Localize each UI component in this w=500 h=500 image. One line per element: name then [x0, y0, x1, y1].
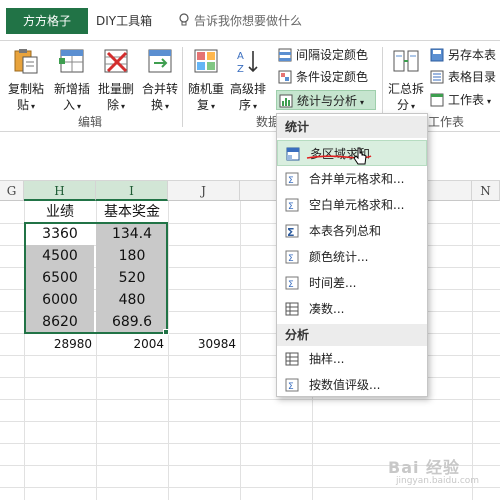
merge-convert-icon	[148, 49, 172, 73]
worksheet-button[interactable]: 工作表 ▾	[430, 90, 491, 110]
svg-text:Σ: Σ	[288, 382, 294, 392]
cell-i-total[interactable]: 2004	[96, 333, 168, 355]
menu-item-merged-cell-sum[interactable]: Σ 合并单元格求和...	[277, 166, 427, 192]
save-sheet-icon	[430, 48, 444, 62]
svg-text:Σ: Σ	[288, 280, 294, 290]
conditional-color-button[interactable]: 条件设定颜色	[278, 67, 368, 87]
time-diff-icon: Σ	[285, 276, 299, 290]
svg-text:Σ: Σ	[288, 254, 294, 264]
mouse-cursor-icon	[353, 147, 367, 165]
column-header-i[interactable]: I	[96, 181, 168, 201]
tell-me-text: 告诉我你想要做什么	[194, 14, 303, 28]
menu-item-column-sum[interactable]: Σ 本表各列总和	[277, 218, 427, 244]
merge-convert-button[interactable]: 合并转 换 ▾	[138, 45, 182, 115]
sigma-icon: Σ	[285, 224, 299, 238]
random-repeat-label-2: 复 ▾	[196, 98, 216, 112]
random-repeat-label-1: 随机重	[187, 82, 224, 96]
batch-delete-icon	[104, 49, 128, 73]
gather-numbers-icon	[285, 302, 299, 316]
column-header-j[interactable]: J	[168, 181, 240, 201]
sheet-directory-icon	[430, 70, 444, 84]
advanced-sort-button[interactable]: A Z 高级排 序 ▾	[226, 45, 270, 115]
column-header-n[interactable]: N	[472, 181, 500, 201]
lightbulb-icon	[179, 13, 189, 26]
worksheet-icon	[430, 93, 444, 107]
summary-split-icon	[393, 50, 419, 72]
column-header-h[interactable]: H	[24, 181, 96, 201]
svg-text:Σ: Σ	[288, 176, 294, 186]
group-label-worksheet: 工作表	[428, 115, 465, 129]
grid-line	[0, 399, 500, 400]
svg-text:Σ: Σ	[288, 202, 294, 212]
merge-convert-label-1: 合并转	[141, 82, 178, 96]
tab-fangfanggezi[interactable]: 方方格子	[6, 8, 88, 34]
menu-item-rank-by-value[interactable]: Σ 按数值评级...	[277, 372, 427, 398]
group-label-edit: 编辑	[78, 115, 103, 129]
interval-color-button[interactable]: 间隔设定颜色	[278, 45, 368, 65]
tab-diy-toolbox[interactable]: DIY工具箱	[96, 8, 152, 34]
menu-item-sampling[interactable]: 抽样...	[277, 346, 427, 372]
svg-text:Z: Z	[237, 64, 244, 75]
rank-by-value-icon: Σ	[285, 378, 299, 392]
multi-area-sum-icon	[286, 147, 300, 161]
watermark-subtext: jingyan.baidu.com	[396, 476, 480, 486]
copy-paste-button[interactable]: 复制粘 贴 ▾	[4, 45, 48, 115]
merge-convert-label-2: 换 ▾	[150, 98, 170, 112]
svg-text:Σ: Σ	[287, 226, 295, 238]
cell-j-total[interactable]: 30984	[168, 333, 240, 355]
copy-paste-icon	[14, 49, 38, 74]
grid-line	[0, 443, 500, 444]
menu-item-gather-numbers[interactable]: 凑数...	[277, 296, 427, 322]
ribbon-tab-bar: 方方格子 DIY工具箱 告诉我你想要做什么	[0, 0, 500, 40]
selection-range[interactable]	[24, 222, 168, 334]
stats-analysis-icon	[279, 94, 293, 108]
menu-section-analysis: 分析	[277, 324, 427, 346]
copy-paste-label-1: 复制粘	[7, 82, 44, 96]
merged-cell-sum-icon: Σ	[285, 172, 299, 186]
insert-table-icon	[59, 49, 84, 73]
random-repeat-icon	[194, 49, 218, 73]
insert-button[interactable]: 新增插 入 ▾	[50, 45, 94, 115]
advanced-sort-icon: A Z	[237, 51, 258, 75]
menu-item-color-stats[interactable]: Σ 颜色统计...	[277, 244, 427, 270]
cell-h-header[interactable]: 业绩	[24, 201, 96, 223]
sampling-icon	[285, 352, 299, 366]
watermark: Bai 经验 jingyan.baidu.com	[388, 448, 496, 492]
batch-delete-label-1: 批量删	[97, 82, 134, 96]
column-header-g[interactable]: G	[0, 181, 24, 201]
insert-label-1: 新增插	[53, 82, 90, 96]
save-sheet-button[interactable]: 另存本表	[430, 45, 496, 65]
menu-section-stats: 统计	[277, 116, 427, 138]
stats-analysis-button[interactable]: 统计与分析 ▾	[276, 90, 376, 110]
advanced-sort-label-1: 高级排	[229, 82, 266, 96]
excel-window: 方方格子 DIY工具箱 告诉我你想要做什么 复制粘 贴 ▾ 新增插 入 ▾ 批量…	[0, 0, 500, 500]
summary-split-label-1: 汇总拆	[387, 82, 424, 96]
copy-paste-label-2: 贴 ▾	[16, 98, 36, 112]
summary-split-button[interactable]: 汇总拆 分 ▾	[384, 45, 428, 115]
conditional-color-icon	[278, 70, 292, 84]
sheet-directory-button[interactable]: 表格目录	[430, 67, 496, 87]
menu-item-blank-cell-sum[interactable]: Σ 空白单元格求和...	[277, 192, 427, 218]
ribbon-separator	[182, 47, 183, 127]
grid-line	[0, 421, 500, 422]
menu-item-time-diff[interactable]: Σ 时间差...	[277, 270, 427, 296]
blank-cell-sum-icon: Σ	[285, 198, 299, 212]
cell-i-header[interactable]: 基本奖金	[96, 201, 168, 223]
batch-delete-button[interactable]: 批量删 除 ▾	[94, 45, 138, 115]
svg-text:A: A	[237, 51, 244, 62]
cell-h-total[interactable]: 28980	[24, 333, 96, 355]
random-repeat-button[interactable]: 随机重 复 ▾	[184, 45, 228, 115]
color-stats-icon: Σ	[285, 250, 299, 264]
watermark-text: Bai 经验	[388, 458, 461, 477]
interval-color-icon	[278, 48, 292, 62]
tell-me-search[interactable]: 告诉我你想要做什么	[178, 8, 302, 34]
